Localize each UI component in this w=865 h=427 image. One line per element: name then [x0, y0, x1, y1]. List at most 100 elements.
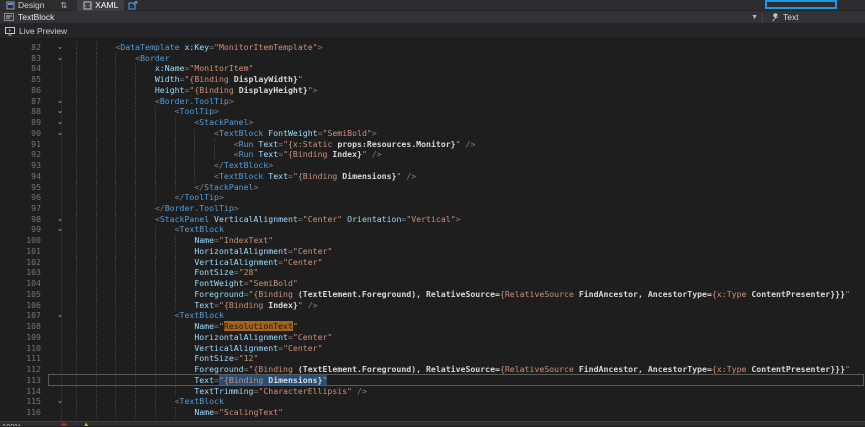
indent-guide — [155, 171, 156, 182]
code-line[interactable]: 111 FontSize="12" — [0, 353, 865, 364]
indent-guide — [96, 396, 97, 407]
code-line[interactable]: 97 </Border.ToolTip> — [0, 203, 865, 214]
code-line[interactable]: 92 <Run Text="{Binding Index}" /> — [0, 149, 865, 160]
code-line[interactable]: 90⌄ <TextBlock FontWeight="SemiBold"> — [0, 128, 865, 139]
code-line[interactable]: 115⌄ <TextBlock — [0, 396, 865, 407]
popout-window-icon[interactable] — [128, 1, 138, 10]
code-line[interactable]: 94 <TextBlock Text="{Binding Dimensions}… — [0, 171, 865, 182]
indent-guide — [76, 386, 77, 397]
code-line[interactable]: 108 Name="ResolutionText" — [0, 321, 865, 332]
code-line[interactable]: 88⌄ <ToolTip> — [0, 106, 865, 117]
indent-guide — [194, 160, 195, 171]
code-line[interactable]: 100 Name="IndexText" — [0, 235, 865, 246]
code-line[interactable]: 82⌄ <DataTemplate x:Key="MonitorItemTemp… — [0, 42, 865, 53]
code-line[interactable]: 109 HorizontalAlignment="Center" — [0, 332, 865, 343]
code-line[interactable]: 112 Foreground="{Binding (TextElement.Fo… — [0, 364, 865, 375]
code-editor[interactable]: 82⌄ <DataTemplate x:Key="MonitorItemTemp… — [0, 39, 865, 421]
code-line[interactable]: 85 Width="{Binding DisplayWidth}" — [0, 74, 865, 85]
code-text: <DataTemplate x:Key="MonitorItemTemplate… — [72, 42, 865, 53]
code-line[interactable]: 93 </TextBlock> — [0, 160, 865, 171]
code-line[interactable]: 96 </ToolTip> — [0, 192, 865, 203]
indent-guide — [96, 353, 97, 364]
fold-chevron-icon[interactable]: ⌄ — [48, 106, 72, 117]
indent-guide — [135, 128, 136, 139]
indent-guide — [76, 63, 77, 74]
code-line[interactable]: 95 </StackPanel> — [0, 182, 865, 193]
indent-guide — [115, 214, 116, 225]
code-line[interactable]: 101 HorizontalAlignment="Center" — [0, 246, 865, 257]
fold-chevron-icon[interactable]: ⌄ — [48, 96, 72, 107]
indent-guide — [194, 149, 195, 160]
code-line[interactable]: 105 Foreground="{Binding (TextElement.Fo… — [0, 289, 865, 300]
code-line[interactable]: 99⌄ <TextBlock — [0, 224, 865, 235]
indent-guide — [155, 128, 156, 139]
code-line[interactable]: 116 Name="ScalingText" — [0, 407, 865, 418]
fold-column — [48, 74, 72, 85]
code-line[interactable]: 98⌄ <StackPanel VerticalAlignment="Cente… — [0, 214, 865, 225]
fold-chevron-icon[interactable]: ⌄ — [48, 214, 72, 225]
code-line[interactable]: 102 VerticalAlignment="Center" — [0, 257, 865, 268]
code-line[interactable]: 106 Text="{Binding Index}" /> — [0, 300, 865, 311]
indent-guide — [115, 289, 116, 300]
code-line[interactable]: 113 Text="{Binding Dimensions}" — [0, 375, 865, 386]
code-line[interactable]: 84 x:Name="MonitorItem" — [0, 63, 865, 74]
swap-panes-icon[interactable]: ⇅ — [60, 0, 67, 11]
indent-guide — [155, 117, 156, 128]
breadcrumb-dropdown-icon[interactable]: ▼ — [751, 14, 758, 21]
tab-xaml-label: XAML — [95, 0, 118, 10]
indent-guide — [155, 160, 156, 171]
fold-column — [48, 300, 72, 311]
code-line[interactable]: 107⌄ <TextBlock — [0, 310, 865, 321]
line-number: 105 — [0, 289, 48, 300]
zoom-level[interactable]: 100% — [2, 422, 21, 426]
error-icon[interactable] — [61, 423, 67, 426]
element-breadcrumb-combo[interactable]: TextBlock ▼ — [0, 11, 762, 24]
warning-icon[interactable]: ▲ — [83, 422, 89, 426]
fold-chevron-icon[interactable]: ⌄ — [48, 53, 72, 64]
indent-guide — [96, 278, 97, 289]
indent-guide — [96, 246, 97, 257]
fold-chevron-icon[interactable]: ⌄ — [48, 117, 72, 128]
code-line[interactable]: 110 VerticalAlignment="Center" — [0, 343, 865, 354]
indent-guide — [175, 117, 176, 128]
code-line[interactable]: 103 FontSize="28" — [0, 267, 865, 278]
code-line[interactable]: 87⌄ <Border.ToolTip> — [0, 96, 865, 107]
indent-guide — [96, 139, 97, 150]
fold-chevron-icon[interactable]: ⌄ — [48, 128, 72, 139]
indent-guide — [175, 160, 176, 171]
indent-guide — [115, 396, 116, 407]
code-line[interactable]: 104 FontWeight="SemiBold" — [0, 278, 865, 289]
fold-chevron-icon[interactable]: ⌄ — [48, 310, 72, 321]
code-text: FontWeight="SemiBold" — [72, 278, 865, 289]
indent-guide — [155, 246, 156, 257]
line-number: 88 — [0, 106, 48, 117]
indent-guide — [115, 117, 116, 128]
fold-column — [48, 343, 72, 354]
indent-guide — [155, 375, 156, 386]
tab-xaml[interactable]: XAML — [77, 0, 124, 11]
indent-guide — [115, 246, 116, 257]
code-line[interactable]: 114 TextTrimming="CharacterEllipsis" /> — [0, 386, 865, 397]
code-text: FontSize="12" — [72, 353, 865, 364]
indent-guide — [135, 224, 136, 235]
indent-guide — [135, 300, 136, 311]
indent-guide — [135, 364, 136, 375]
tab-design[interactable]: Design — [0, 0, 50, 11]
code-line[interactable]: 89⌄ <StackPanel> — [0, 117, 865, 128]
indent-guide — [135, 343, 136, 354]
indent-guide — [96, 224, 97, 235]
fold-chevron-icon[interactable]: ⌄ — [48, 42, 72, 53]
focused-toolbar-control[interactable] — [765, 0, 837, 9]
indent-guide — [175, 171, 176, 182]
fold-chevron-icon[interactable]: ⌄ — [48, 396, 72, 407]
code-line[interactable]: 91 <Run Text="{x:Static props:Resources.… — [0, 139, 865, 150]
live-preview-bar: Live Preview — [0, 24, 865, 39]
fold-chevron-icon[interactable]: ⌄ — [48, 224, 72, 235]
indent-guide — [175, 257, 176, 268]
code-line[interactable]: 83⌄ <Border — [0, 53, 865, 64]
property-context[interactable]: Text — [763, 12, 799, 22]
indent-guide — [96, 85, 97, 96]
code-line[interactable]: 86 Height="{Binding DisplayHeight}"> — [0, 85, 865, 96]
indent-guide — [175, 407, 176, 418]
indent-guide — [135, 257, 136, 268]
